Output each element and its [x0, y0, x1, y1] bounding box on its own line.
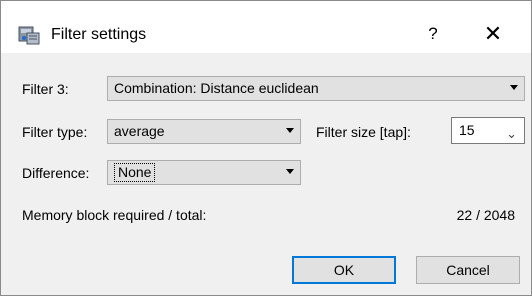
- difference-value: None: [114, 163, 156, 182]
- filter-size-label: Filter size [tap]:: [316, 124, 411, 140]
- memory-value: 22 / 2048: [456, 207, 515, 223]
- filter-type-dropdown[interactable]: average: [107, 119, 301, 144]
- filter-size-select[interactable]: 15 ⌄: [451, 117, 525, 144]
- dropdown-arrow-icon: [510, 85, 518, 90]
- difference-label: Difference:: [22, 165, 90, 181]
- filter-size-value: 15: [459, 122, 475, 138]
- filter-app-icon: [18, 26, 40, 45]
- difference-dropdown[interactable]: None: [107, 160, 301, 185]
- dropdown-arrow-icon: [286, 128, 294, 133]
- help-button[interactable]: ?: [416, 17, 450, 51]
- dropdown-arrow-icon: [286, 169, 294, 174]
- memory-label: Memory block required / total:: [22, 207, 207, 223]
- cancel-button[interactable]: Cancel: [416, 256, 520, 284]
- filter-settings-dialog: Filter settings ? ✕ Filter 3: Combinatio…: [0, 0, 532, 296]
- chevron-down-icon: ⌄: [506, 126, 517, 141]
- filter-dropdown[interactable]: Combination: Distance euclidean: [107, 76, 525, 101]
- filter-type-value: average: [114, 123, 165, 139]
- title-bar: Filter settings ? ✕: [1, 1, 531, 53]
- filter-dropdown-value: Combination: Distance euclidean: [114, 80, 319, 96]
- dialog-title: Filter settings: [51, 26, 147, 43]
- ok-button[interactable]: OK: [292, 256, 396, 284]
- filter-label: Filter 3:: [22, 81, 69, 97]
- close-button[interactable]: ✕: [471, 17, 515, 51]
- filter-type-label: Filter type:: [22, 124, 88, 140]
